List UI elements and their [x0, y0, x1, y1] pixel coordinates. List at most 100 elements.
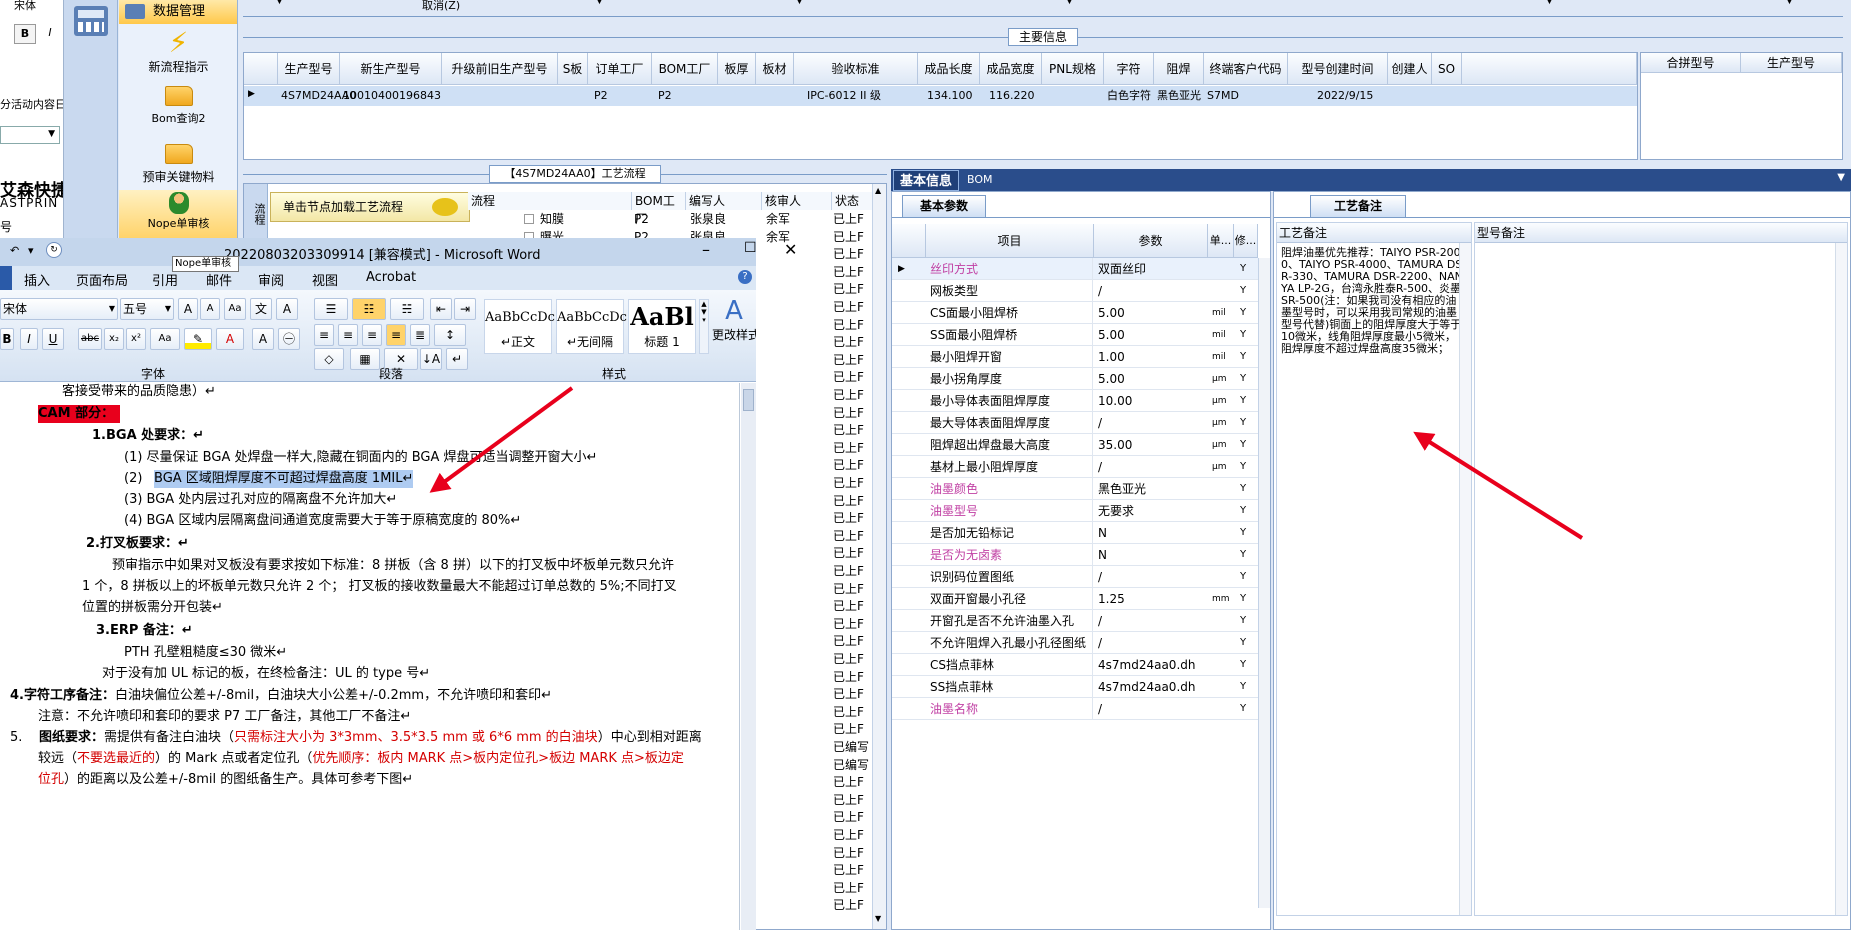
partial-dropdown[interactable]: ▼: [0, 126, 60, 144]
param-value[interactable]: 1.00: [1096, 346, 1206, 368]
table-row[interactable]: SS挡点菲林 4s7md24aa0.dh Y: [892, 676, 1270, 698]
table-row[interactable]: 最大导体表面阻焊厚度 / μm Y: [892, 412, 1270, 434]
table-row[interactable]: 开窗孔是否不允许油墨入孔 / Y: [892, 610, 1270, 632]
table-row[interactable]: 最小导体表面阻焊厚度 10.00 μm Y: [892, 390, 1270, 412]
cell-width[interactable]: 116.220: [986, 86, 1042, 106]
flow-side-tab[interactable]: 流程: [244, 184, 268, 244]
param-unit[interactable]: μm: [1210, 368, 1234, 390]
table-row[interactable]: 油墨名称 / Y: [892, 698, 1270, 720]
col-header[interactable]: 订单工厂: [588, 53, 652, 85]
param-unit[interactable]: [1210, 698, 1234, 720]
param-mod[interactable]: Y: [1238, 456, 1258, 478]
param-mod[interactable]: Y: [1238, 500, 1258, 522]
craft-note-text[interactable]: 阻焊油墨优先推荐：TAIYO PSR-2000、TAIYO PSR-4000、T…: [1281, 247, 1463, 355]
flow-scrollbar[interactable]: ▲ ▼: [872, 184, 886, 929]
note-scrollbar[interactable]: [1835, 243, 1847, 915]
param-mod[interactable]: Y: [1238, 280, 1258, 302]
col-header[interactable]: 合拼型号: [1641, 53, 1741, 73]
param-mod[interactable]: Y: [1238, 654, 1258, 676]
cell-soldermask[interactable]: 黑色亚光: [1154, 86, 1204, 106]
col-header[interactable]: BOM工厂: [652, 53, 718, 85]
col-header[interactable]: 板厚: [718, 53, 756, 85]
justify-icon[interactable]: ≡: [386, 324, 406, 346]
param-unit[interactable]: [1210, 258, 1234, 280]
styles-scroll[interactable]: ▲ ▼ ▾: [699, 299, 709, 354]
param-value[interactable]: /: [1096, 632, 1206, 654]
param-mod[interactable]: Y: [1238, 610, 1258, 632]
chevron-down-icon[interactable]: ▼: [796, 0, 803, 6]
table-row[interactable]: 油墨颜色 黑色亚光 Y: [892, 478, 1270, 500]
chat-bubble-icon[interactable]: [432, 198, 458, 216]
col-header[interactable]: 阻焊: [1154, 53, 1204, 85]
param-mod[interactable]: Y: [1238, 258, 1258, 280]
param-value[interactable]: 黑色亚光: [1096, 478, 1206, 500]
param-value[interactable]: /: [1096, 412, 1206, 434]
param-unit[interactable]: [1210, 632, 1234, 654]
param-unit[interactable]: [1210, 522, 1234, 544]
char-border-icon[interactable]: A: [276, 298, 298, 320]
col-header[interactable]: 创建人: [1388, 53, 1432, 85]
bullets-icon[interactable]: ☰: [314, 298, 348, 320]
help-icon[interactable]: ?: [738, 270, 752, 284]
param-value[interactable]: 5.00: [1096, 324, 1206, 346]
col-header[interactable]: 升级前旧生产型号: [442, 53, 558, 85]
launcher-item-prereview[interactable]: 预审关键物料: [119, 144, 237, 185]
minimize-icon[interactable]: –: [702, 240, 710, 259]
launcher-header[interactable]: 数据管理: [119, 0, 237, 24]
cancel-button[interactable]: 取消(Z): [422, 0, 460, 13]
param-mod[interactable]: Y: [1238, 434, 1258, 456]
table-row[interactable]: 双面开窗最小孔径 1.25 mm Y: [892, 588, 1270, 610]
doc-scrollbar[interactable]: [741, 383, 756, 930]
param-item[interactable]: 最大导体表面阻焊厚度: [928, 412, 1092, 434]
align-left-icon[interactable]: ≡: [314, 324, 334, 346]
font-color-icon[interactable]: A: [216, 328, 244, 350]
param-unit[interactable]: [1210, 500, 1234, 522]
table-row[interactable]: 最小拐角厚度 5.00 μm Y: [892, 368, 1270, 390]
param-item[interactable]: CS挡点菲林: [928, 654, 1092, 676]
tab-insert[interactable]: 插入: [24, 270, 50, 289]
phonetic-icon[interactable]: 文: [250, 298, 272, 320]
italic-icon[interactable]: I: [40, 24, 60, 44]
chevron-down-icon[interactable]: ▼: [1066, 0, 1073, 6]
tab-mailings[interactable]: 邮件: [206, 270, 232, 289]
param-item[interactable]: 最小导体表面阻焊厚度: [928, 390, 1092, 412]
param-unit[interactable]: μm: [1210, 434, 1234, 456]
superscript-icon[interactable]: x²: [126, 328, 146, 350]
param-item[interactable]: 最小阻焊开窗: [928, 346, 1092, 368]
scroll-up-icon[interactable]: ▲: [875, 186, 881, 195]
decrease-indent-icon[interactable]: ⇤: [430, 298, 452, 320]
style-normal[interactable]: AaBbCcDc ↵正文: [484, 299, 555, 354]
col-header[interactable]: PNL规格: [1042, 53, 1104, 85]
multilevel-list-icon[interactable]: ☵: [390, 298, 424, 320]
table-row[interactable]: 阻焊超出焊盘最大高度 35.00 μm Y: [892, 434, 1270, 456]
param-mod[interactable]: Y: [1238, 544, 1258, 566]
param-unit[interactable]: μm: [1210, 390, 1234, 412]
chevron-down-icon[interactable]: ▼: [1837, 172, 1845, 183]
param-mod[interactable]: Y: [1238, 302, 1258, 324]
param-unit[interactable]: [1210, 566, 1234, 588]
tab-references[interactable]: 引用: [152, 270, 178, 289]
param-mod[interactable]: Y: [1238, 676, 1258, 698]
chevron-down-icon[interactable]: ▾: [28, 244, 34, 257]
cell-silkscreen[interactable]: 白色字符: [1104, 86, 1154, 106]
param-unit[interactable]: [1210, 676, 1234, 698]
strikethrough-icon[interactable]: abc: [78, 328, 102, 350]
param-value[interactable]: 1.25: [1096, 588, 1206, 610]
param-value[interactable]: 无要求: [1096, 500, 1206, 522]
italic-icon[interactable]: I: [20, 328, 38, 350]
numbering-icon[interactable]: ☷: [352, 298, 386, 320]
param-value[interactable]: 5.00: [1096, 368, 1206, 390]
col-header[interactable]: 修...: [1234, 224, 1258, 258]
col-header[interactable]: 单...: [1208, 224, 1234, 258]
cell-model[interactable]: 4S7MD24AA0: [278, 86, 356, 106]
col-header[interactable]: 核审人: [762, 192, 832, 210]
col-header[interactable]: 字符: [1104, 53, 1154, 85]
font-size-select[interactable]: 五号 ▼: [120, 298, 174, 320]
scroll-down-icon[interactable]: ▼: [875, 914, 881, 923]
cell-order-factory[interactable]: P2: [588, 86, 652, 106]
style-no-spacing[interactable]: AaBbCcDc ↵无间隔: [556, 299, 627, 354]
tab-basic-info[interactable]: 基本信息: [893, 170, 959, 191]
table-row[interactable]: CS面最小阻焊桥 5.00 mil Y: [892, 302, 1270, 324]
param-item[interactable]: 丝印方式: [928, 258, 1092, 280]
tab-view[interactable]: 视图: [312, 270, 338, 289]
